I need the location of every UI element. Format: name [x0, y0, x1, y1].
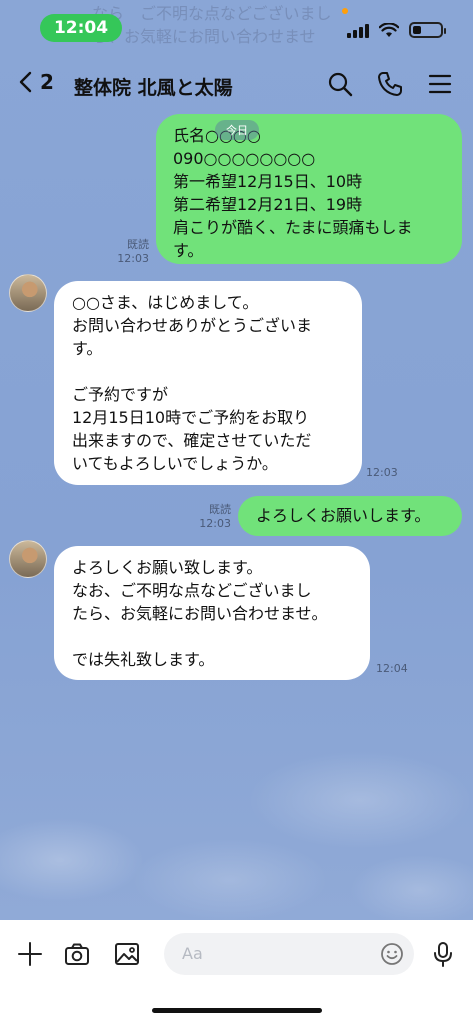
privacy-dot-icon — [342, 8, 348, 14]
chat-title: 整体院 北風と太陽 — [74, 77, 233, 99]
message-time: 12:03 — [366, 466, 398, 479]
notification-ghost-text: なら ご不明な点などございまし ら、お気軽にお問い合わせませ — [92, 4, 332, 46]
message-line: ご予約ですが — [72, 385, 169, 404]
menu-icon[interactable] — [426, 70, 454, 98]
message-line: す。 — [72, 339, 103, 358]
message-line: では失礼致します。 — [72, 650, 215, 669]
read-receipt: 既読 — [127, 238, 149, 251]
message-line: なお、ご不明な点などございまし — [72, 581, 312, 600]
camera-icon[interactable] — [63, 940, 91, 968]
message-line: 090○○○○○○○○ — [173, 149, 316, 168]
input-placeholder: Aa — [182, 944, 203, 963]
input-bar: Aa — [0, 920, 473, 1024]
status-icons — [347, 22, 446, 38]
message-time: 12:04 — [376, 662, 408, 675]
chat-header: 2 整体院 北風と太陽 — [0, 58, 473, 110]
incoming-message[interactable]: よろしくお願い致します。 なお、ご不明な点などございまし たら、お気軽にお問い合… — [54, 546, 370, 680]
read-receipt: 既読 — [209, 503, 231, 516]
signal-icon — [347, 24, 369, 38]
message-time: 12:03 — [199, 517, 231, 530]
message-line — [72, 360, 350, 383]
message-meta: 既読 12:03 — [104, 238, 149, 266]
status-bar: なら ご不明な点などございまし ら、お気軽にお問い合わせませ 12:04 — [0, 0, 473, 52]
status-time[interactable]: 12:04 — [40, 14, 122, 42]
avatar[interactable] — [9, 274, 47, 312]
message-line: す。 — [173, 241, 204, 260]
message-line: 肩こりが酷く、たまに頭痛もしま — [173, 218, 413, 237]
message-input[interactable]: Aa — [164, 933, 414, 975]
avatar[interactable] — [9, 540, 47, 578]
back-button[interactable]: 2 — [18, 70, 54, 94]
message-line — [72, 625, 360, 648]
wifi-icon — [379, 23, 399, 37]
message-line: 第一希望12月15日、10時 — [173, 172, 363, 191]
home-indicator — [152, 1008, 322, 1013]
battery-icon — [409, 22, 446, 38]
message-line: いてもよろしいでしょうか。 — [72, 454, 278, 473]
message-line: よろしくお願いします。 — [256, 506, 431, 525]
outgoing-message[interactable]: 氏名○○○○ 090○○○○○○○○ 第一希望12月15日、10時 第二希望12… — [156, 114, 462, 264]
microphone-icon[interactable] — [429, 940, 457, 968]
message-time: 12:03 — [117, 252, 149, 265]
search-icon[interactable] — [326, 70, 354, 98]
image-icon[interactable] — [113, 940, 141, 968]
message-line: たら、お気軽にお問い合わせませ。 — [72, 604, 328, 623]
emoji-icon[interactable] — [380, 942, 404, 966]
incoming-message[interactable]: ○○さま、はじめまして。 お問い合わせありがとうございま す。 ご予約ですが 1… — [54, 281, 362, 485]
phone-icon[interactable] — [376, 70, 404, 98]
message-line: 第二希望12月21日、19時 — [173, 195, 363, 214]
message-line: 出来ますので、確定させていただ — [72, 431, 312, 450]
chevron-left-icon — [19, 71, 32, 93]
date-chip: 今日 — [215, 120, 259, 140]
message-line: ○○さま、はじめまして。 — [72, 293, 259, 312]
message-line: よろしくお願い致します。 — [72, 558, 263, 577]
message-line: お問い合わせありがとうございま — [72, 316, 313, 335]
outgoing-message[interactable]: よろしくお願いします。 — [238, 496, 462, 536]
unread-count: 2 — [40, 70, 54, 94]
message-meta: 既読 12:03 — [186, 503, 231, 531]
message-line: 12月15日10時でご予約をお取り — [72, 408, 310, 427]
plus-icon[interactable] — [16, 940, 44, 968]
